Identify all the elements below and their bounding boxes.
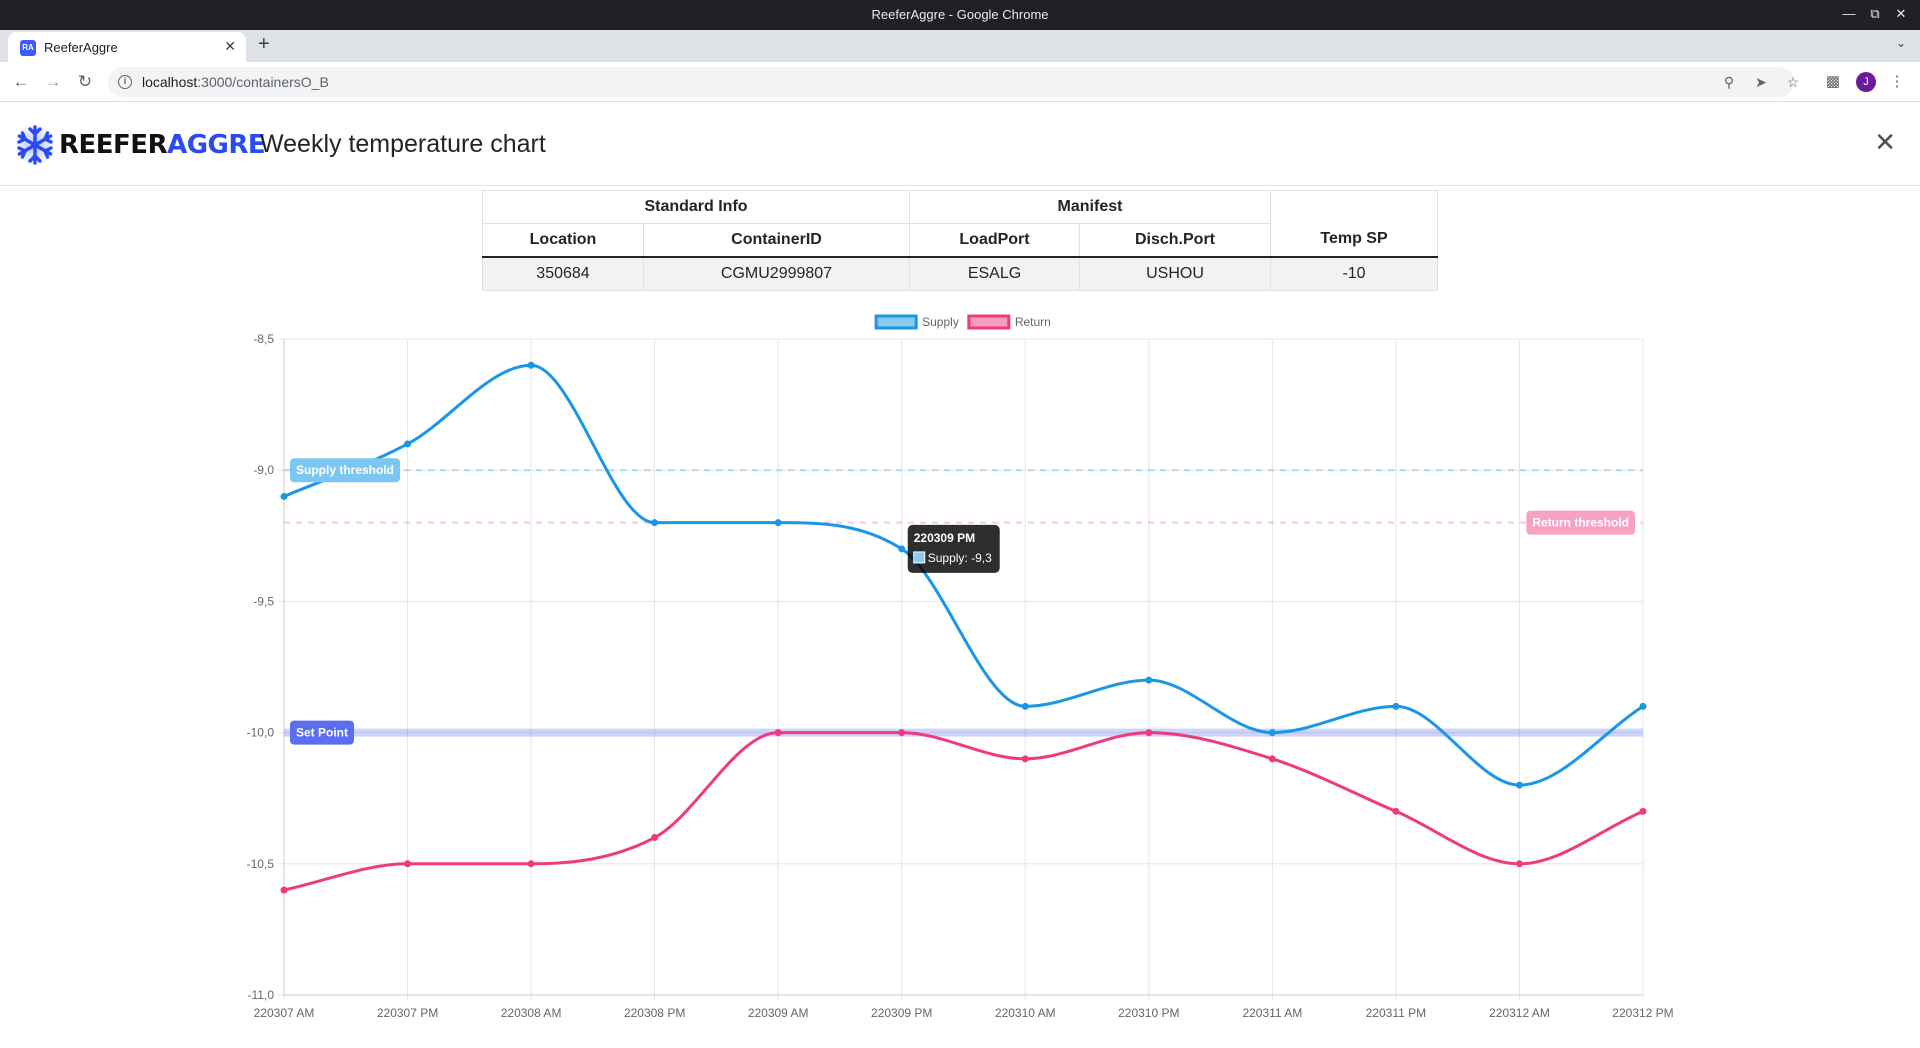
data-point-return — [1021, 755, 1029, 763]
data-point-return — [774, 729, 782, 737]
x-tick-label: 220307 PM — [377, 1006, 438, 1020]
data-point-supply — [651, 519, 659, 527]
x-tick-label: 220308 AM — [501, 1006, 562, 1020]
data-point-return — [651, 834, 659, 842]
y-tick-label: -8,5 — [253, 332, 274, 346]
y-tick-label: -9,0 — [253, 463, 274, 477]
x-tick-label: 220311 AM — [1242, 1006, 1302, 1020]
legend-label-supply: Supply — [922, 315, 959, 329]
data-point-return — [1639, 807, 1647, 815]
data-point-supply — [774, 519, 782, 527]
x-tick-label: 220310 AM — [995, 1006, 1056, 1020]
y-tick-label: -10,0 — [247, 726, 275, 740]
chart-series — [280, 361, 1647, 894]
data-point-supply — [1021, 702, 1029, 710]
data-point-return — [280, 886, 288, 894]
x-tick-label: 220312 AM — [1489, 1006, 1550, 1020]
legend-swatch-supply — [874, 314, 918, 330]
chart-x-axis: 220307 AM 220307 PM 220308 AM 220308 PM 2203… — [254, 1006, 1674, 1020]
data-point-supply — [527, 361, 535, 369]
data-point-return — [404, 860, 412, 868]
data-point-return — [898, 729, 906, 737]
legend-label-return: Return — [1015, 315, 1051, 329]
tooltip-swatch — [913, 551, 926, 564]
annotation-label-text: Return threshold — [1532, 516, 1629, 530]
x-tick-label: 220309 AM — [748, 1006, 809, 1020]
data-point-return — [1392, 807, 1400, 815]
annotation-label-text: Set Point — [296, 726, 348, 740]
x-tick-label: 220309 PM — [871, 1006, 932, 1020]
data-point-supply — [1268, 729, 1276, 737]
y-tick-label: -10,5 — [247, 857, 275, 871]
legend-swatch-return — [967, 314, 1011, 330]
x-tick-label: 220307 AM — [254, 1006, 315, 1020]
tooltip-title: 220309 PM — [914, 531, 975, 545]
x-tick-label: 220310 PM — [1118, 1006, 1179, 1020]
data-point-supply — [280, 492, 288, 500]
data-point-supply — [1392, 702, 1400, 710]
x-tick-label: 220311 PM — [1366, 1006, 1427, 1020]
series-line-supply — [283, 363, 1644, 787]
series-line-return — [283, 731, 1644, 892]
chart-y-axis: -8,5 -9,0 -9,5 -10,0 -10,5 -11,0 — [247, 332, 275, 1002]
y-tick-label: -11,0 — [248, 988, 275, 1002]
temperature-line-chart: Supply threshold Return threshold Set Poin… — [247, 314, 1674, 1020]
data-point-return — [1515, 860, 1523, 868]
chart-tooltip: 220309 PM Supply: -9,3 — [907, 524, 1000, 573]
data-point-return — [1145, 729, 1153, 737]
annotation-label-text: Supply threshold — [296, 463, 394, 477]
tooltip-text: Supply: -9,3 — [928, 551, 992, 565]
data-point-return — [1268, 755, 1276, 763]
x-tick-label: 220312 PM — [1612, 1006, 1673, 1020]
data-point-return — [527, 860, 535, 868]
chart-grid — [278, 338, 1644, 1001]
y-tick-label: -9,5 — [253, 594, 274, 608]
data-point-supply — [404, 440, 412, 448]
data-point-supply — [1639, 702, 1647, 710]
chart-legend: Supply Return — [874, 314, 1051, 330]
x-tick-label: 220308 PM — [624, 1006, 685, 1020]
data-point-supply — [1515, 781, 1523, 789]
data-point-supply — [898, 545, 906, 553]
data-point-supply — [1145, 676, 1153, 684]
